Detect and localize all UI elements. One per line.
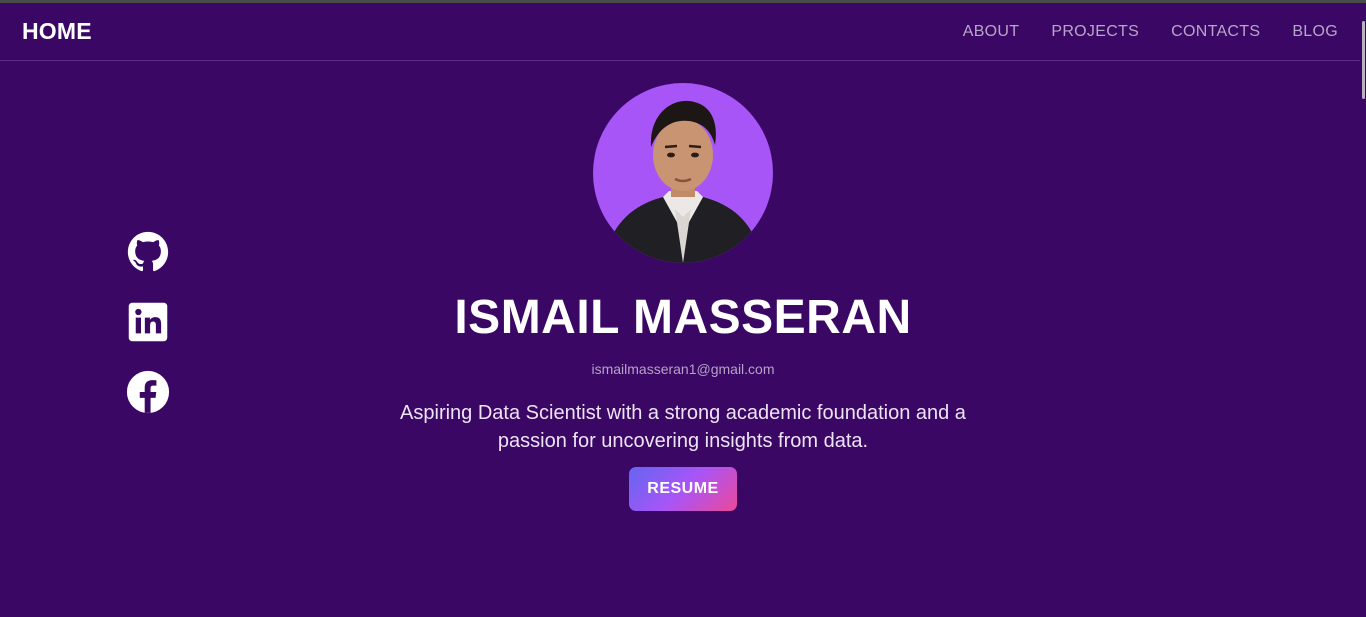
resume-button[interactable]: RESUME	[629, 467, 737, 511]
scrollbar-thumb[interactable]	[1362, 21, 1365, 99]
github-icon	[127, 231, 169, 272]
profile-photo	[603, 100, 763, 263]
profile-email: ismailmasseran1@gmail.com	[591, 361, 775, 377]
nav-link-projects[interactable]: PROJECTS	[1051, 23, 1139, 41]
nav-links: ABOUT PROJECTS CONTACTS BLOG	[963, 23, 1338, 41]
social-links	[126, 230, 170, 414]
page-scrollbar[interactable]	[1360, 3, 1366, 617]
nav-link-about[interactable]: ABOUT	[963, 23, 1020, 41]
profile-name: ISMAIL MASSERAN	[454, 291, 912, 344]
nav-link-blog[interactable]: BLOG	[1292, 23, 1338, 41]
top-navbar: HOME ABOUT PROJECTS CONTACTS BLOG	[0, 3, 1360, 61]
github-link[interactable]	[126, 230, 170, 274]
linkedin-link[interactable]	[126, 300, 170, 344]
profile-tagline: Aspiring Data Scientist with a strong ac…	[400, 402, 966, 452]
profile-avatar	[593, 83, 773, 263]
facebook-link[interactable]	[126, 370, 170, 414]
nav-link-contacts[interactable]: CONTACTS	[1171, 23, 1260, 41]
linkedin-icon	[128, 302, 168, 342]
home-link[interactable]: HOME	[22, 18, 92, 45]
facebook-icon	[126, 370, 170, 414]
